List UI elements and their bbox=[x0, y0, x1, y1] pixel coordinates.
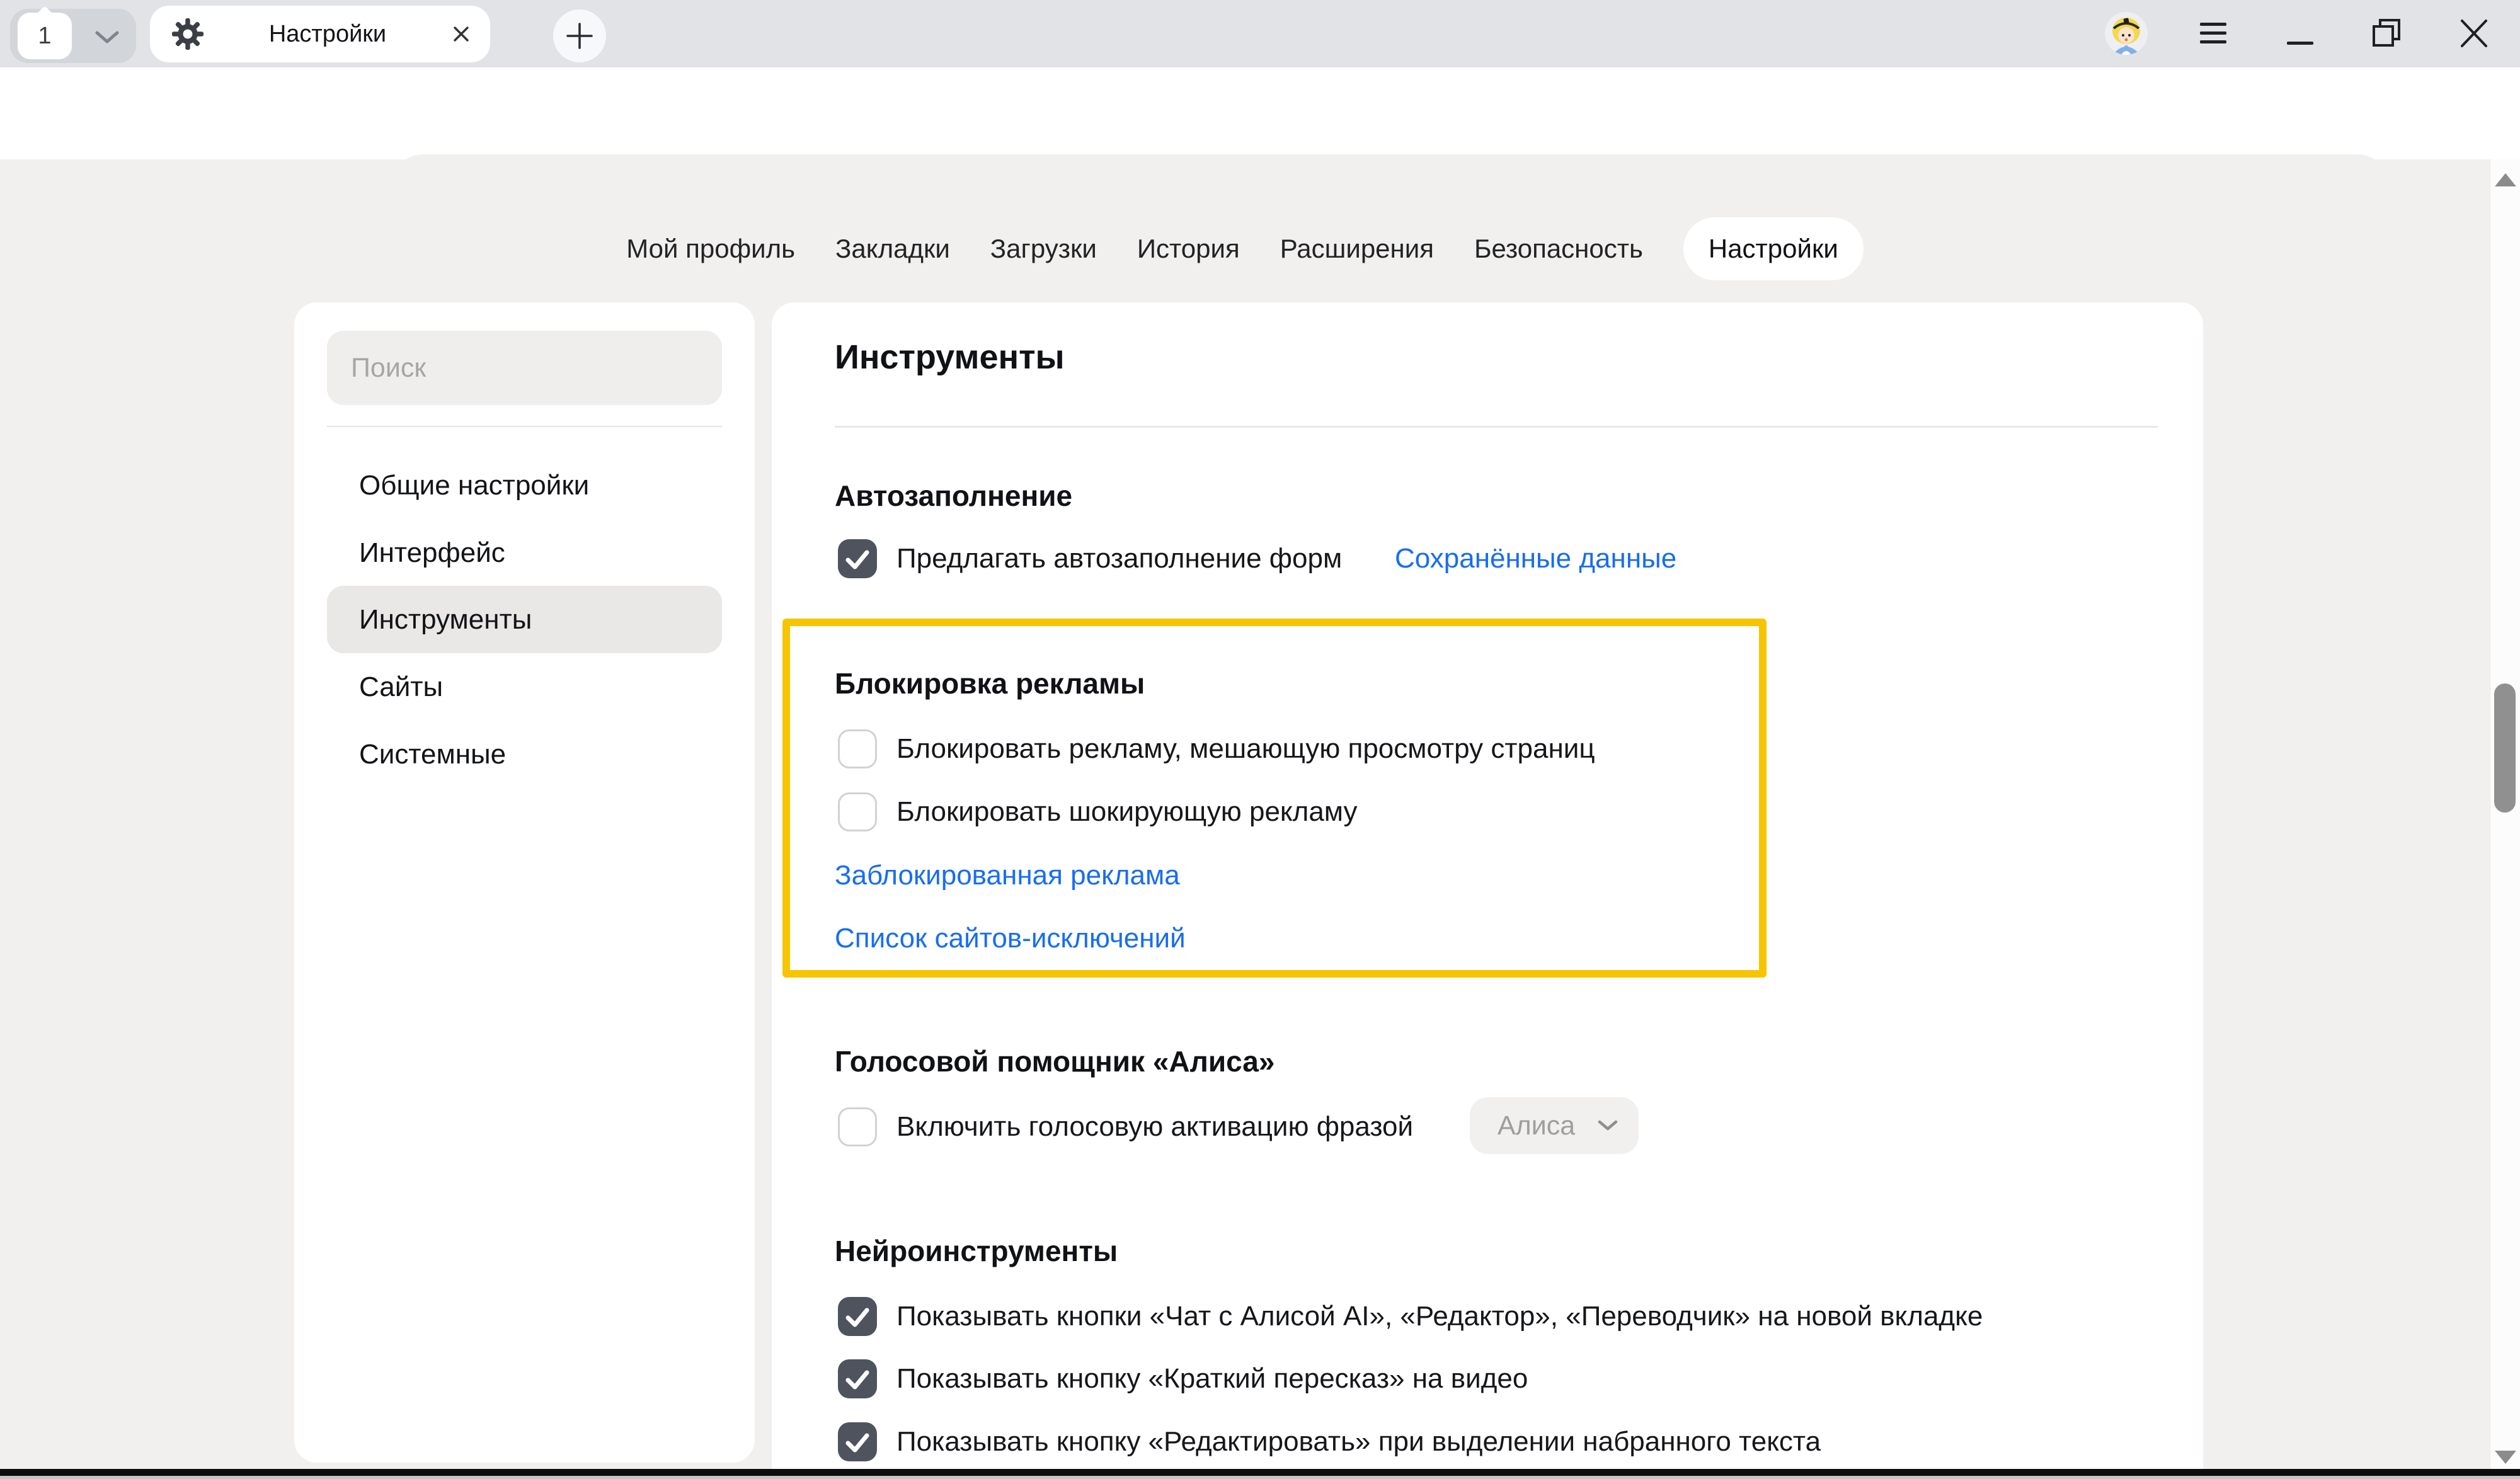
tab-count-badge[interactable]: 1 bbox=[18, 13, 72, 59]
minimize-icon[interactable] bbox=[2284, 19, 2316, 48]
checkmark-icon bbox=[838, 1359, 877, 1398]
tab-count: 1 bbox=[38, 23, 51, 50]
sidebar-item-interface[interactable]: Интерфейс bbox=[327, 519, 722, 586]
nav-tab-history[interactable]: История bbox=[1137, 217, 1240, 280]
settings-page: Мой профиль Закладки Загрузки История Ра… bbox=[0, 159, 2490, 1479]
neuro-video-summary-label[interactable]: Показывать кнопку «Краткий пересказ» на … bbox=[896, 1362, 1528, 1395]
sidebar-divider bbox=[327, 426, 722, 427]
nav-tab-extensions[interactable]: Расширения bbox=[1280, 217, 1434, 280]
neuro-video-summary-checkbox[interactable] bbox=[838, 1359, 877, 1398]
nav-tab-bookmarks[interactable]: Закладки bbox=[835, 217, 950, 280]
profile-nav: Мой профиль Закладки Загрузки История Ра… bbox=[0, 217, 2490, 280]
checkmark-icon bbox=[838, 539, 877, 578]
window-bottom-edge bbox=[0, 1469, 2520, 1476]
window-close-icon[interactable] bbox=[2458, 19, 2490, 48]
alice-phrase-dropdown[interactable]: Алиса bbox=[1470, 1097, 1639, 1154]
title-divider bbox=[835, 426, 2158, 428]
alice-voice-checkbox[interactable] bbox=[838, 1107, 877, 1146]
sidebar-item-system[interactable]: Системные bbox=[327, 721, 722, 788]
alice-voice-label[interactable]: Включить голосовую активацию фразой bbox=[896, 1111, 1413, 1143]
tab-title: Настройки bbox=[204, 21, 451, 48]
adblock-annoying-checkbox[interactable] bbox=[838, 729, 877, 768]
address-bar-row: Я Y settings Настройки bbox=[0, 67, 2520, 159]
section-adblock-heading: Блокировка рекламы bbox=[835, 666, 1145, 700]
neuro-edit-button-checkbox[interactable] bbox=[838, 1422, 877, 1461]
scrollbar-thumb[interactable] bbox=[2494, 683, 2516, 813]
restore-icon[interactable] bbox=[2371, 19, 2403, 48]
adblock-shocking-checkbox[interactable] bbox=[838, 792, 877, 831]
scroll-up-icon[interactable] bbox=[2495, 173, 2516, 186]
page-title: Инструменты bbox=[835, 338, 1065, 377]
sidebar-item-tools[interactable]: Инструменты bbox=[327, 586, 722, 653]
checkmark-icon bbox=[838, 1297, 877, 1336]
adblock-shocking-label[interactable]: Блокировать шокирующую рекламу bbox=[896, 796, 1358, 828]
alice-phrase-value: Алиса bbox=[1498, 1111, 1575, 1141]
new-tab-button[interactable] bbox=[553, 9, 606, 62]
tab-counter-control[interactable]: 1 bbox=[10, 9, 136, 63]
nav-tab-downloads[interactable]: Загрузки bbox=[990, 217, 1097, 280]
chevron-down-icon bbox=[1597, 1119, 1618, 1132]
section-autofill-heading: Автозаполнение bbox=[835, 479, 1072, 513]
browser-window: 1 Настройки bbox=[0, 0, 2520, 1479]
search-input[interactable]: Поиск bbox=[327, 331, 722, 405]
settings-sidebar: Поиск Общие настройки Интерфейс Инструме… bbox=[294, 302, 755, 1463]
exception-sites-link[interactable]: Список сайтов-исключений bbox=[835, 922, 1186, 955]
nav-tab-settings[interactable]: Настройки bbox=[1683, 217, 1864, 280]
window-bottom-line bbox=[0, 1476, 2520, 1479]
checkmark-icon bbox=[838, 1422, 877, 1461]
section-neuro-heading: Нейроинструменты bbox=[835, 1234, 1118, 1268]
close-icon[interactable] bbox=[451, 24, 471, 44]
sidebar-item-sites[interactable]: Сайты bbox=[327, 653, 722, 721]
nav-tab-security[interactable]: Безопасность bbox=[1474, 217, 1643, 280]
hamburger-icon[interactable] bbox=[2197, 19, 2229, 48]
browser-tab-settings[interactable]: Настройки bbox=[150, 6, 490, 62]
gear-icon bbox=[171, 18, 204, 50]
sidebar-item-general[interactable]: Общие настройки bbox=[327, 452, 722, 519]
neuro-edit-button-label[interactable]: Показывать кнопку «Редактировать» при вы… bbox=[896, 1425, 1821, 1458]
neuro-newtab-buttons-label[interactable]: Показывать кнопки «Чат с Алисой AI», «Ре… bbox=[896, 1300, 1983, 1333]
tab-strip: 1 Настройки bbox=[0, 0, 2520, 67]
settings-content: Инструменты Автозаполнение Предлагать ав… bbox=[772, 302, 2203, 1479]
section-alice-heading: Голосовой помощник «Алиса» bbox=[835, 1044, 1274, 1078]
scrollbar[interactable] bbox=[2490, 159, 2520, 1479]
nav-tab-profile[interactable]: Мой профиль bbox=[626, 217, 795, 280]
avatar[interactable] bbox=[2105, 12, 2148, 55]
saved-data-link[interactable]: Сохранённые данные bbox=[1395, 542, 1676, 575]
scroll-down-icon[interactable] bbox=[2495, 1451, 2516, 1464]
neuro-newtab-buttons-checkbox[interactable] bbox=[838, 1297, 877, 1336]
adblock-annoying-label[interactable]: Блокировать рекламу, мешающую просмотру … bbox=[896, 733, 1595, 765]
blocked-ads-link[interactable]: Заблокированная реклама bbox=[835, 859, 1180, 892]
autofill-checkbox-label[interactable]: Предлагать автозаполнение форм bbox=[896, 542, 1342, 575]
plus-icon bbox=[565, 21, 594, 50]
autofill-checkbox[interactable] bbox=[838, 539, 877, 578]
chevron-down-icon[interactable] bbox=[94, 30, 120, 44]
